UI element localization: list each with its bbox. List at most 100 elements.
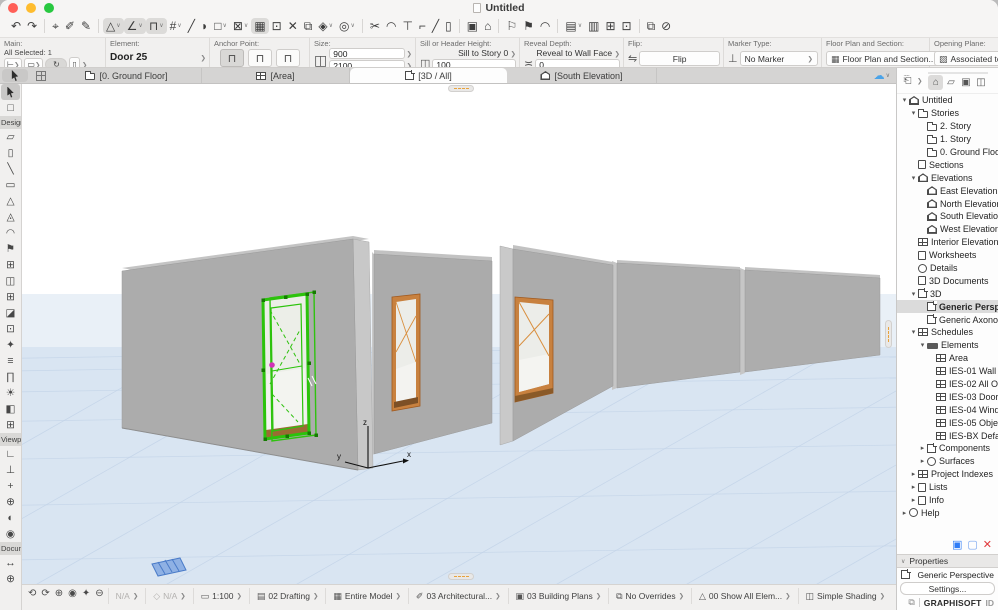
statusbar-pen-set[interactable]: ✐03 Architectural...❯ <box>408 588 508 604</box>
project-map-icon[interactable]: ⌂ <box>928 75 943 90</box>
pointer-tool-button[interactable] <box>2 69 28 82</box>
selection-frame-icon[interactable]: □∨ <box>211 18 230 34</box>
tree-item-west-elevation-auto-[interactable]: West Elevation (Auto- <box>897 223 998 236</box>
tree-item-untitled[interactable]: ▾Untitled <box>897 94 998 107</box>
opening-tool[interactable]: ⊡ <box>0 321 21 337</box>
tree-item-generic-perspective[interactable]: Generic Perspective <box>897 300 998 313</box>
panel-icon[interactable]: ▤∨ <box>562 18 585 34</box>
tree-item-1-story[interactable]: 1. Story <box>897 133 998 146</box>
tree-item-north-elevation-auto-[interactable]: North Elevation (Auto- <box>897 197 998 210</box>
tree-chevron-icon[interactable]: ▾ <box>909 290 918 298</box>
tree-item-interior-elevations[interactable]: Interior Elevations <box>897 236 998 249</box>
statusbar-field-2[interactable]: ◇N/A❯ <box>145 588 192 604</box>
object-tool[interactable]: ✦ <box>0 337 21 353</box>
column-tool[interactable]: ▯ <box>0 145 21 161</box>
lock-icon[interactable]: ⊠∨ <box>230 18 251 34</box>
link-break-icon[interactable]: ⊘ <box>658 18 674 34</box>
properties-header[interactable]: ∨ Properties <box>897 554 998 568</box>
tree-item-elements[interactable]: ▾Elements <box>897 339 998 352</box>
vertical-scroll-handle[interactable] <box>885 320 892 348</box>
tree-item-info[interactable]: ▸Info <box>897 494 998 507</box>
tree-item-east-elevation-auto-r[interactable]: East Elevation (Auto-r <box>897 184 998 197</box>
view-map-icon[interactable]: ▱ <box>943 75 958 90</box>
tree-chevron-icon[interactable]: ▸ <box>909 496 918 504</box>
curtain-wall-tool[interactable]: ⊞ <box>0 257 21 273</box>
zone-tool[interactable]: ⚑ <box>0 241 21 257</box>
tree-item-0-ground-floor[interactable]: 0. Ground Floor <box>897 146 998 159</box>
teamwork-cloud-icon[interactable]: ☁∨ <box>874 68 896 83</box>
tree-chevron-icon[interactable]: ▸ <box>909 483 918 491</box>
height-input[interactable]: 2100 <box>329 60 404 68</box>
grid-snap-icon[interactable]: #∨ <box>167 18 185 34</box>
default-settings-button[interactable]: ⊢❯ <box>4 58 22 68</box>
search-icon[interactable]: ⌖ <box>49 18 62 34</box>
view-forward-icon[interactable]: ⟳ <box>41 588 49 599</box>
wall-2[interactable] <box>372 250 492 456</box>
sill-input[interactable]: 100 <box>432 59 516 69</box>
drafting-aid-icon[interactable]: ◗ <box>198 18 211 34</box>
railing-tool[interactable]: ∏ <box>0 369 21 385</box>
skylight-tool[interactable]: ◪ <box>0 305 21 321</box>
tree-chevron-icon[interactable]: ▾ <box>909 174 918 182</box>
tree-chevron-icon[interactable]: ▾ <box>900 96 909 104</box>
detail-tool[interactable]: ◐ <box>0 510 21 526</box>
tree-item-ies-bx-default-for[interactable]: IES-BX Default for <box>897 429 998 442</box>
delete-icon[interactable]: ✕ <box>983 538 992 551</box>
mesh-tool[interactable]: ◬ <box>0 209 21 225</box>
statusbar-structure-display[interactable]: ▦Entire Model❯ <box>325 588 408 604</box>
show-layout-icon[interactable]: ▣ <box>464 18 481 34</box>
arrow-tool[interactable] <box>1 84 20 100</box>
tree-chevron-icon[interactable]: ▾ <box>909 109 918 117</box>
frame-icon[interactable]: ⧉ <box>301 18 316 34</box>
settings-button[interactable]: Settings... <box>900 582 995 595</box>
filter-elements-icon[interactable]: ◎∨ <box>336 18 358 34</box>
tab-scroll-handle[interactable] <box>448 85 474 92</box>
door-3[interactable] <box>515 297 553 402</box>
tree-item-ies-05-object-inve[interactable]: IES-05 Object Inve <box>897 416 998 429</box>
window-copy-icon[interactable]: ⧉ <box>908 597 914 608</box>
explore-model-icon[interactable]: ✦ <box>82 588 90 599</box>
tree-chevron-icon[interactable]: ▾ <box>918 341 927 349</box>
width-chevron[interactable]: ❯ <box>407 50 412 58</box>
tree-item-2-story[interactable]: 2. Story <box>897 120 998 133</box>
view-back-icon[interactable]: ⟲ <box>28 588 36 599</box>
statusbar-layer[interactable]: ▤02 Drafting❯ <box>249 588 325 604</box>
lamp-tool[interactable]: ☀ <box>0 385 21 401</box>
tree-item-south-elevation-auto[interactable]: South Elevation (Auto <box>897 210 998 223</box>
statusbar-renovation-filter[interactable]: △00 Show All Elem...❯ <box>691 588 798 604</box>
tree-item-schedules[interactable]: ▾Schedules <box>897 326 998 339</box>
window-tool[interactable]: ⊞ <box>0 289 21 305</box>
move-options-icon[interactable]: △∨ <box>103 18 124 34</box>
wall-4[interactable] <box>612 260 740 390</box>
grid-element-tool[interactable]: ⊞ <box>0 417 21 433</box>
width-input[interactable]: 900 <box>329 48 404 59</box>
trim-icon[interactable]: ⌐ <box>416 18 429 34</box>
dimension-tool[interactable]: ↔ <box>0 555 21 571</box>
publisher-sets-icon[interactable]: ◫ <box>973 75 988 90</box>
link-icon[interactable]: ⧉ <box>644 18 659 34</box>
element-chevron[interactable]: ❯ <box>201 54 206 62</box>
morph-tool[interactable]: ◧ <box>0 401 21 417</box>
onscreen-options-icon[interactable]: ⊡ <box>269 18 285 34</box>
split-icon[interactable]: ✂ <box>367 18 383 34</box>
tree-item-stories[interactable]: ▾Stories <box>897 107 998 120</box>
new-folder-icon[interactable]: ▢ <box>967 538 977 551</box>
tree-item-ies-01-wall-schedu[interactable]: IES-01 Wall Schedu <box>897 365 998 378</box>
tree-item-details[interactable]: Details <box>897 262 998 275</box>
statusbar-field-1[interactable]: N/A❯ <box>108 588 146 604</box>
tab-southelevation[interactable]: [South Elevation] <box>507 68 657 83</box>
capture-favorite-icon[interactable]: ⚑ <box>520 18 537 34</box>
worksheet-tool[interactable]: ⊕ <box>0 494 21 510</box>
roof-tool[interactable]: △ <box>0 193 21 209</box>
tree-item-help[interactable]: ▸Help <box>897 507 998 520</box>
tree-item-surfaces[interactable]: ▸Surfaces <box>897 455 998 468</box>
statusbar-layer-combination[interactable]: ▣03 Building Plans❯ <box>508 588 609 604</box>
project-chooser-icon[interactable]: ⎗ <box>900 73 915 88</box>
tab-0groundfloor[interactable]: [0. Ground Floor] <box>52 68 202 83</box>
guide-lines-icon[interactable]: ╱ <box>185 18 198 34</box>
layout-grid-icon[interactable]: ⊡ <box>619 18 635 34</box>
door-tool[interactable]: ◫ <box>0 273 21 289</box>
tree-item-elevations[interactable]: ▾Elevations <box>897 171 998 184</box>
zoom-out-icon[interactable]: ⊖ <box>95 588 103 599</box>
adjust-icon[interactable]: ◠ <box>383 18 399 34</box>
